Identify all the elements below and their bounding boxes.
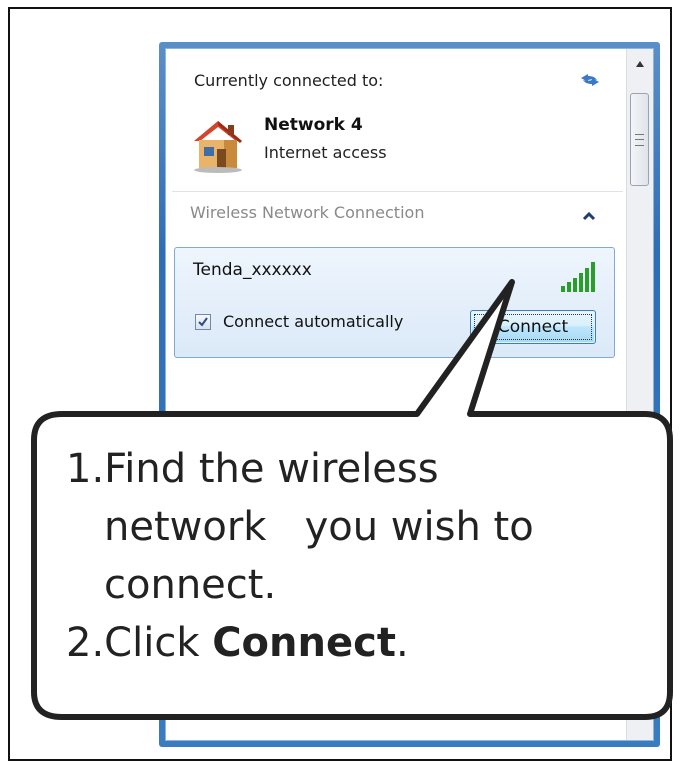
callout-line-4-suffix: . [395,620,409,666]
callout-line-2: network you wish to [104,504,534,550]
callout-connect-emphasis: Connect [212,620,396,666]
callout-text: 1.Find the wireless network you wish to … [66,440,646,672]
callout-line-4: 2.Click Connect. [66,614,646,672]
callout-line-3: connect. [104,562,277,608]
callout-line-1: 1.Find the wireless [66,446,439,492]
callout-line-4-prefix: 2.Click [66,620,213,666]
